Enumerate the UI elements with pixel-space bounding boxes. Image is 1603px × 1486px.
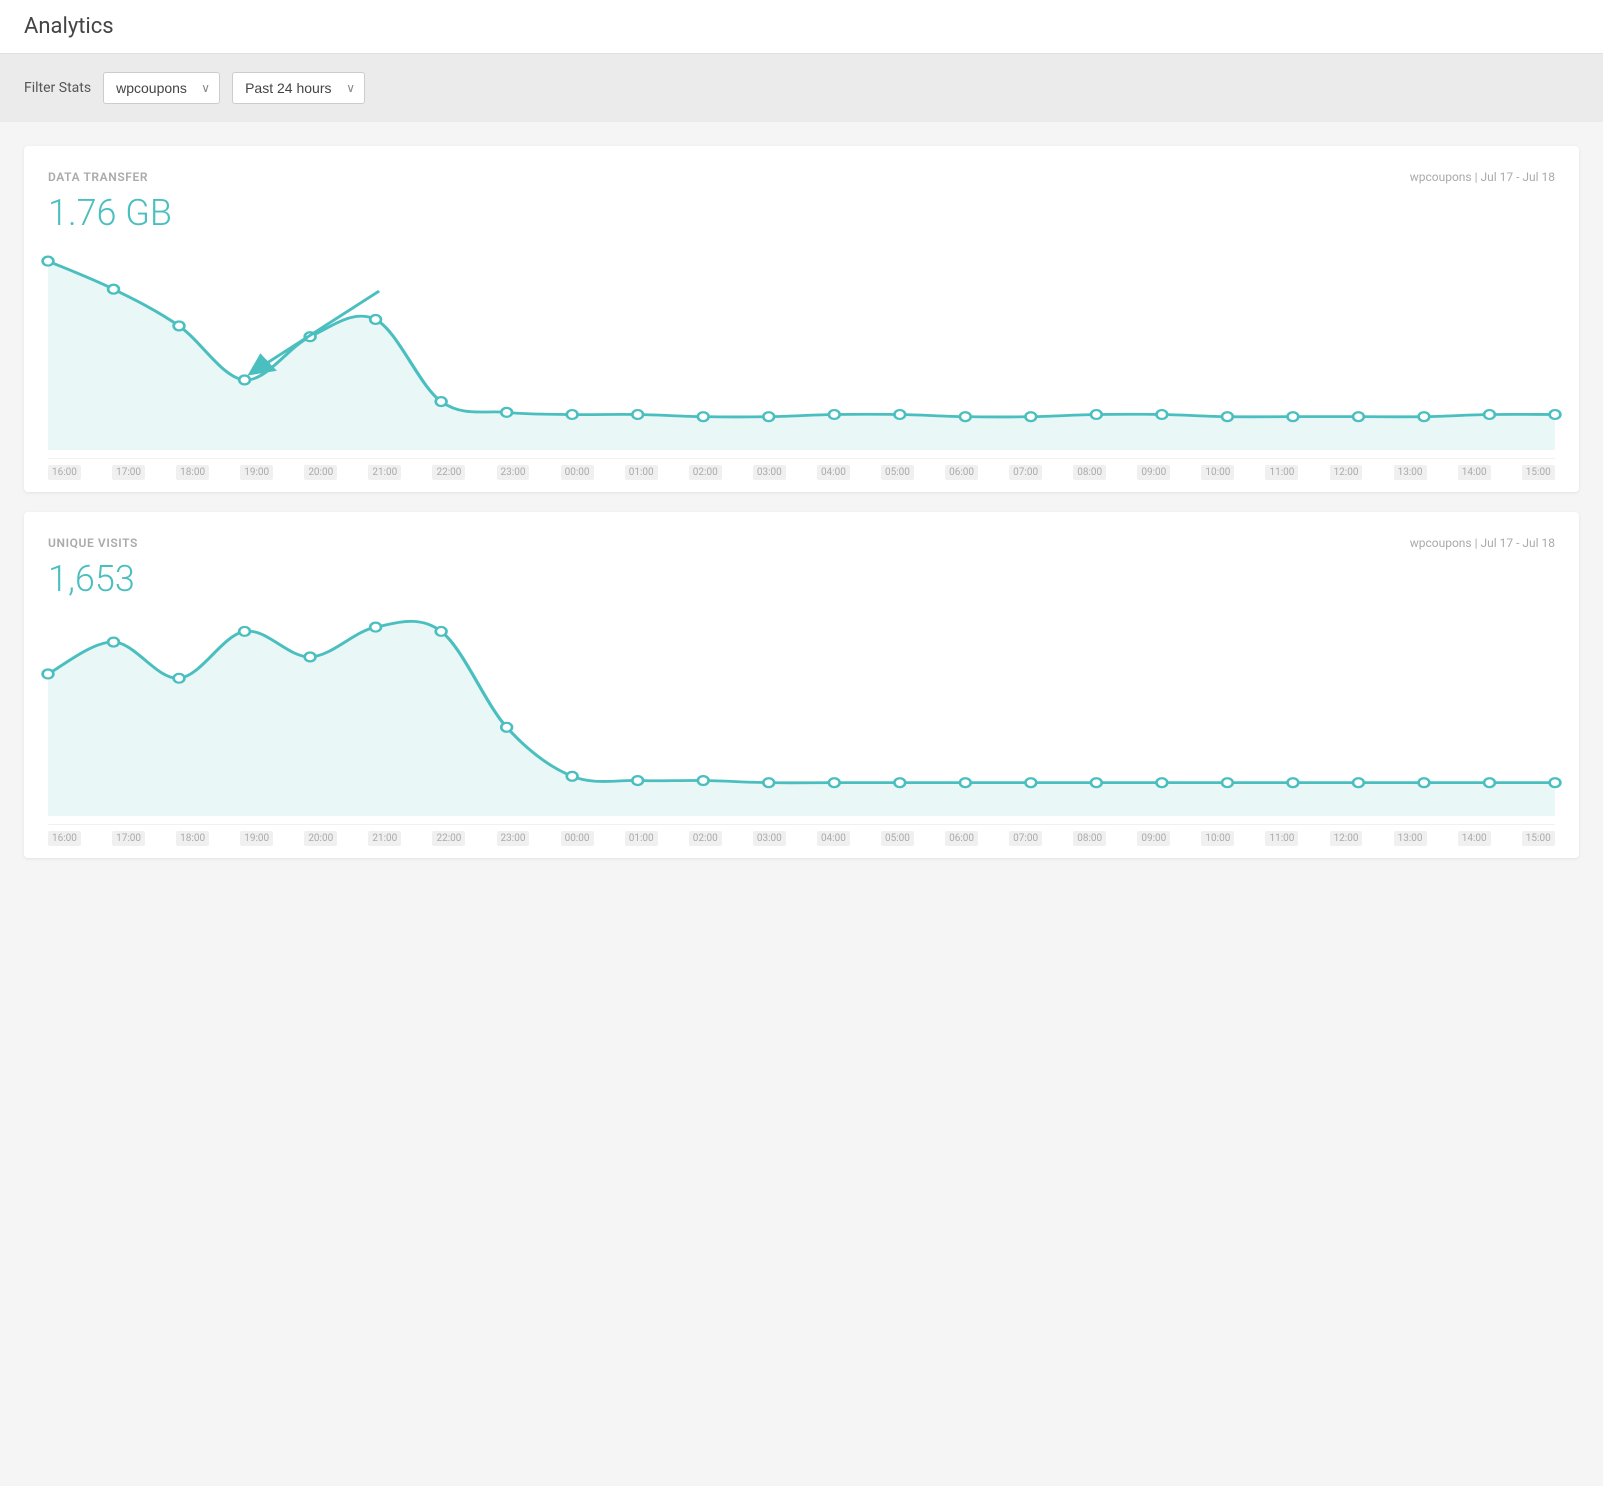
time-label: 06:00 bbox=[945, 831, 978, 846]
time-label: 22:00 bbox=[432, 465, 465, 480]
chart-header-data-transfer: DATA TRANSFER wpcoupons | Jul 17 - Jul 18 bbox=[48, 170, 1555, 184]
time-label: 02:00 bbox=[689, 465, 722, 480]
time-label: 13:00 bbox=[1394, 465, 1427, 480]
time-label: 16:00 bbox=[48, 831, 81, 846]
time-label: 07:00 bbox=[1009, 465, 1042, 480]
time-label: 12:00 bbox=[1330, 465, 1363, 480]
chart-title-unique-visits: UNIQUE VISITS bbox=[48, 536, 138, 550]
time-label: 02:00 bbox=[689, 831, 722, 846]
time-select-wrapper[interactable]: Past 24 hours Past 7 days Past 30 days bbox=[232, 72, 365, 104]
chart-card-data-transfer: DATA TRANSFER wpcoupons | Jul 17 - Jul 18… bbox=[24, 146, 1579, 492]
time-label: 01:00 bbox=[625, 465, 658, 480]
time-label: 20:00 bbox=[304, 831, 337, 846]
time-label: 23:00 bbox=[497, 831, 530, 846]
time-label: 09:00 bbox=[1137, 465, 1170, 480]
time-label: 23:00 bbox=[497, 465, 530, 480]
time-label: 21:00 bbox=[368, 465, 401, 480]
time-label: 16:00 bbox=[48, 465, 81, 480]
time-label: 13:00 bbox=[1394, 831, 1427, 846]
chart-value-unique-visits: 1,653 bbox=[48, 558, 1555, 600]
chart-title-data-transfer: DATA TRANSFER bbox=[48, 170, 148, 184]
time-label: 22:00 bbox=[432, 831, 465, 846]
time-label: 20:00 bbox=[304, 465, 337, 480]
chart-value-data-transfer: 1.76 GB bbox=[48, 192, 1555, 234]
time-axis-data-transfer: 16:00 17:00 18:00 19:00 20:00 21:00 22:00 23:00… bbox=[48, 458, 1555, 492]
time-label: 12:00 bbox=[1330, 831, 1363, 846]
chart-header-unique-visits: UNIQUE VISITS wpcoupons | Jul 17 - Jul 18 bbox=[48, 536, 1555, 550]
time-label: 11:00 bbox=[1265, 831, 1298, 846]
time-label: 19:00 bbox=[240, 465, 273, 480]
time-label: 18:00 bbox=[176, 831, 209, 846]
time-label: 08:00 bbox=[1073, 465, 1106, 480]
filter-label: Filter Stats bbox=[24, 80, 91, 96]
site-select-wrapper[interactable]: wpcoupons bbox=[103, 72, 220, 104]
time-label: 15:00 bbox=[1522, 831, 1555, 846]
time-label: 14:00 bbox=[1458, 465, 1491, 480]
time-label: 03:00 bbox=[753, 831, 786, 846]
time-label: 04:00 bbox=[817, 831, 850, 846]
time-label: 14:00 bbox=[1458, 831, 1491, 846]
time-label: 01:00 bbox=[625, 831, 658, 846]
time-label: 11:00 bbox=[1265, 465, 1298, 480]
site-select[interactable]: wpcoupons bbox=[103, 72, 220, 104]
time-label: 07:00 bbox=[1009, 831, 1042, 846]
time-select[interactable]: Past 24 hours Past 7 days Past 30 days bbox=[232, 72, 365, 104]
time-label: 06:00 bbox=[945, 465, 978, 480]
time-label: 17:00 bbox=[112, 831, 145, 846]
time-label: 18:00 bbox=[176, 465, 209, 480]
time-label: 05:00 bbox=[881, 831, 914, 846]
time-label: 10:00 bbox=[1201, 831, 1234, 846]
time-label: 04:00 bbox=[817, 465, 850, 480]
time-label: 09:00 bbox=[1137, 831, 1170, 846]
time-label: 03:00 bbox=[753, 465, 786, 480]
filter-bar: Filter Stats wpcoupons Past 24 hours Pas… bbox=[0, 54, 1603, 122]
chart-svg-unique-visits bbox=[48, 616, 1555, 816]
page-header: Analytics bbox=[0, 0, 1603, 54]
chart-card-unique-visits: UNIQUE VISITS wpcoupons | Jul 17 - Jul 18… bbox=[24, 512, 1579, 858]
time-label: 10:00 bbox=[1201, 465, 1234, 480]
page-title: Analytics bbox=[24, 14, 1579, 39]
time-label: 17:00 bbox=[112, 465, 145, 480]
time-label: 00:00 bbox=[561, 831, 594, 846]
chart-svg-data-transfer bbox=[48, 250, 1555, 450]
time-axis-unique-visits: 16:00 17:00 18:00 19:00 20:00 21:00 22:00 23:00… bbox=[48, 824, 1555, 858]
time-label: 15:00 bbox=[1522, 465, 1555, 480]
main-content: DATA TRANSFER wpcoupons | Jul 17 - Jul 18… bbox=[0, 122, 1603, 882]
chart-meta-data-transfer: wpcoupons | Jul 17 - Jul 18 bbox=[1410, 170, 1555, 184]
time-label: 19:00 bbox=[240, 831, 273, 846]
chart-meta-unique-visits: wpcoupons | Jul 17 - Jul 18 bbox=[1410, 536, 1555, 550]
time-label: 05:00 bbox=[881, 465, 914, 480]
time-label: 21:00 bbox=[368, 831, 401, 846]
time-label: 08:00 bbox=[1073, 831, 1106, 846]
time-label: 00:00 bbox=[561, 465, 594, 480]
